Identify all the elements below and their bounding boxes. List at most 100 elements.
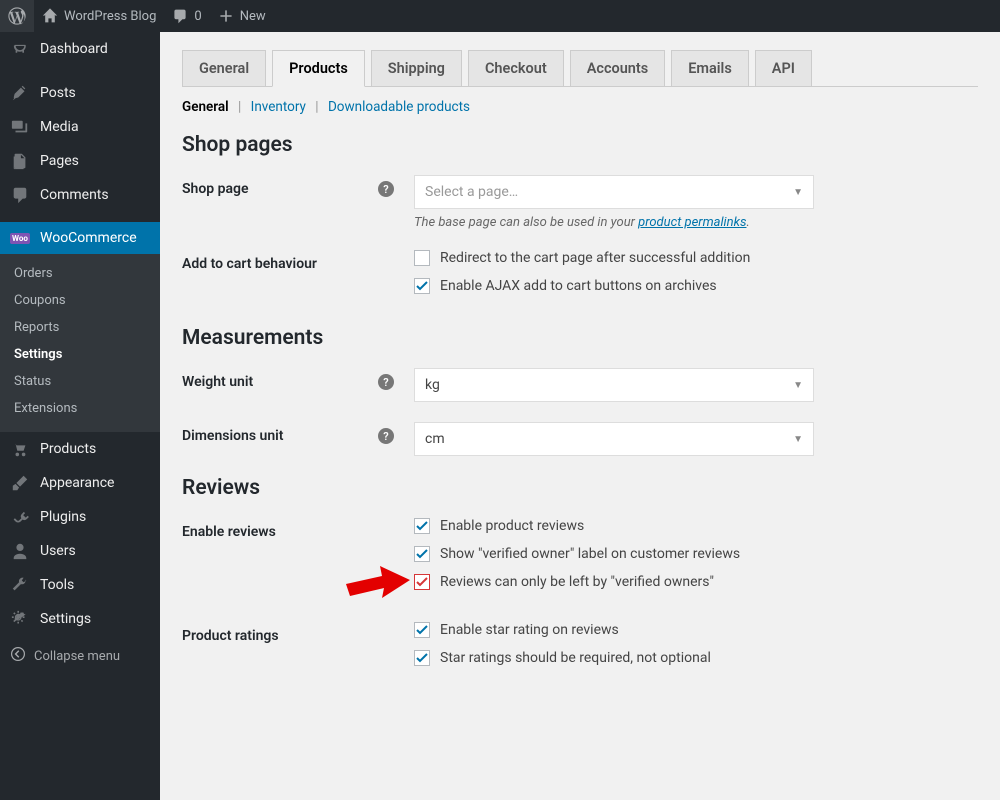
weight-unit-select[interactable]: kg ▼ — [414, 368, 814, 402]
help-icon[interactable]: ? — [378, 428, 394, 444]
label-only-verified-owners: Reviews can only be left by "verified ow… — [440, 574, 714, 590]
label-enable-reviews: Enable reviews — [182, 524, 276, 540]
dashboard-icon — [10, 40, 30, 58]
sidebar-subitem-settings[interactable]: Settings — [0, 341, 160, 368]
checkbox-enable-reviews[interactable] — [414, 518, 430, 534]
sidebar-item-posts[interactable]: Posts — [0, 76, 160, 110]
label-star-rating-required: Star ratings should be required, not opt… — [440, 650, 711, 666]
sidebar-item-label: Pages — [40, 153, 79, 169]
plus-icon — [218, 8, 234, 24]
plug-icon — [10, 508, 30, 526]
tab-accounts[interactable]: Accounts — [570, 50, 666, 86]
sidebar-item-label: Users — [40, 543, 76, 559]
dimensions-unit-select[interactable]: cm ▼ — [414, 422, 814, 456]
checkbox-only-verified-owners[interactable] — [414, 574, 430, 590]
checkbox-enable-star-rating[interactable] — [414, 622, 430, 638]
sidebar-item-label: Tools — [40, 577, 74, 593]
sidebar-item-tools[interactable]: Tools — [0, 568, 160, 602]
sidebar-item-settings[interactable]: Settings — [0, 602, 160, 636]
row-product-ratings: Product ratings Enable star rating on re… — [182, 622, 978, 678]
sidebar-item-media[interactable]: Media — [0, 110, 160, 144]
settings-subtabs: General | Inventory | Downloadable produ… — [182, 99, 978, 115]
collapse-icon — [10, 646, 26, 666]
adminbar-comments-count: 0 — [194, 9, 201, 24]
subtab-general[interactable]: General — [182, 99, 229, 115]
subtab-inventory[interactable]: Inventory — [251, 99, 306, 115]
wrench-icon — [10, 576, 30, 594]
sidebar-item-dashboard[interactable]: Dashboard — [0, 32, 160, 66]
checkbox-redirect-cart[interactable] — [414, 250, 430, 266]
shop-page-select[interactable]: Select a page… ▼ — [414, 175, 814, 209]
row-add-to-cart: Add to cart behaviour Redirect to the ca… — [182, 250, 978, 306]
sidebar-subitem-coupons[interactable]: Coupons — [0, 287, 160, 314]
adminbar-site-title[interactable]: WordPress Blog — [34, 0, 164, 32]
comment-icon — [10, 186, 30, 204]
label-product-ratings: Product ratings — [182, 628, 279, 644]
shop-page-placeholder: Select a page… — [425, 184, 518, 200]
sidebar-subitem-status[interactable]: Status — [0, 368, 160, 395]
comment-icon — [172, 8, 188, 24]
sidebar-subitem-orders[interactable]: Orders — [0, 260, 160, 287]
help-icon[interactable]: ? — [378, 374, 394, 390]
sidebar-submenu: OrdersCouponsReportsSettingsStatusExtens… — [0, 254, 160, 432]
sidebar-item-label: Products — [40, 441, 96, 457]
annotation-arrow-icon — [346, 566, 410, 610]
chevron-down-icon: ▼ — [793, 434, 803, 445]
tab-api[interactable]: API — [755, 50, 812, 86]
adminbar-new[interactable]: New — [210, 0, 274, 32]
sidebar-item-label: Comments — [40, 187, 109, 203]
checkbox-verified-owner-label[interactable] — [414, 546, 430, 562]
admin-bar: WordPress Blog 0 New — [0, 0, 1000, 32]
label-add-to-cart: Add to cart behaviour — [182, 256, 317, 272]
dimensions-unit-value: cm — [425, 431, 445, 447]
label-enable-star-rating: Enable star rating on reviews — [440, 622, 619, 638]
label-redirect-cart: Redirect to the cart page after successf… — [440, 250, 750, 266]
home-icon — [42, 8, 58, 24]
row-shop-page: Shop page ? Select a page… ▼ The base pa… — [182, 175, 978, 230]
sidebar-item-products[interactable]: Products — [0, 432, 160, 466]
label-ajax-cart: Enable AJAX add to cart buttons on archi… — [440, 278, 717, 294]
adminbar-new-label: New — [240, 9, 266, 24]
main-content: GeneralProductsShippingCheckoutAccountsE… — [160, 32, 1000, 800]
tab-general[interactable]: General — [182, 50, 266, 86]
sidebar-item-users[interactable]: Users — [0, 534, 160, 568]
subtab-downloadable-products[interactable]: Downloadable products — [328, 99, 470, 115]
sidebar-item-plugins[interactable]: Plugins — [0, 500, 160, 534]
label-enable-product-reviews: Enable product reviews — [440, 518, 584, 534]
sidebar-item-label: Dashboard — [40, 41, 108, 57]
adminbar-comments[interactable]: 0 — [164, 0, 209, 32]
adminbar-site-title-text: WordPress Blog — [64, 9, 156, 24]
label-weight-unit: Weight unit — [182, 374, 253, 390]
row-enable-reviews: Enable reviews Enable product reviews Sh… — [182, 518, 978, 602]
wordpress-logo-icon — [8, 7, 26, 25]
weight-unit-value: kg — [425, 377, 440, 393]
tab-emails[interactable]: Emails — [671, 50, 749, 86]
shop-page-hint: The base page can also be used in your p… — [414, 215, 978, 230]
permalinks-link[interactable]: product permalinks — [638, 215, 746, 230]
sidebar-subitem-reports[interactable]: Reports — [0, 314, 160, 341]
tab-products[interactable]: Products — [272, 50, 365, 87]
settings-tabs: GeneralProductsShippingCheckoutAccountsE… — [182, 50, 978, 87]
help-icon[interactable]: ? — [378, 181, 394, 197]
sidebar-subitem-extensions[interactable]: Extensions — [0, 395, 160, 422]
tab-checkout[interactable]: Checkout — [468, 50, 564, 86]
collapse-menu[interactable]: Collapse menu — [0, 636, 160, 676]
products-icon — [10, 440, 30, 458]
sidebar-item-comments[interactable]: Comments — [0, 178, 160, 212]
chevron-down-icon: ▼ — [793, 380, 803, 391]
pin-icon — [10, 84, 30, 102]
sidebar-item-pages[interactable]: Pages — [0, 144, 160, 178]
pages-icon — [10, 152, 30, 170]
user-icon — [10, 542, 30, 560]
tab-shipping[interactable]: Shipping — [371, 50, 462, 86]
adminbar-wp-logo[interactable] — [0, 0, 34, 32]
cogs-icon — [10, 610, 30, 628]
checkbox-ajax-cart[interactable] — [414, 278, 430, 294]
sidebar-item-woocommerce[interactable]: WooWooCommerce — [0, 222, 160, 254]
row-weight-unit: Weight unit ? kg ▼ — [182, 368, 978, 402]
checkbox-star-rating-required[interactable] — [414, 650, 430, 666]
section-heading-reviews: Reviews — [182, 476, 978, 500]
sidebar-item-label: Posts — [40, 85, 76, 101]
sidebar-item-appearance[interactable]: Appearance — [0, 466, 160, 500]
woo-icon: Woo — [10, 233, 30, 244]
